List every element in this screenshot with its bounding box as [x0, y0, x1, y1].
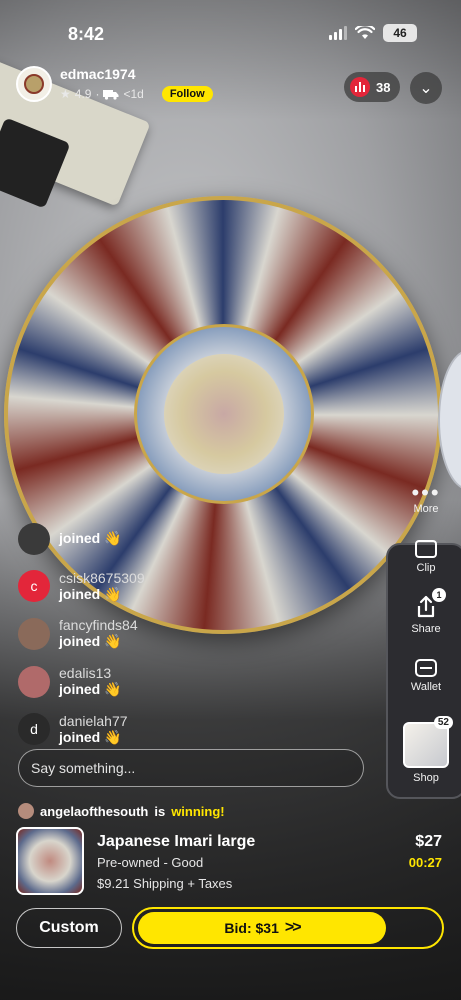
saucer [438, 350, 461, 490]
chat-username[interactable]: edalis13 [59, 665, 122, 681]
listing-shipping: $9.21 Shipping + Taxes [97, 876, 233, 891]
battery-icon: 46 [383, 24, 417, 42]
host-avatar[interactable] [16, 66, 52, 102]
host-username[interactable]: edmac1974 [60, 66, 213, 82]
wifi-icon [355, 26, 375, 39]
winning-label: winning! [171, 803, 225, 819]
wallet-label: Wallet [410, 681, 442, 693]
chat-message-text: joined 👋 [59, 530, 122, 547]
chat-avatar: c [18, 570, 50, 603]
chat-avatar [18, 665, 50, 698]
shop-thumbnail: 52 [403, 716, 453, 768]
chat-avatar: d [18, 713, 50, 746]
host-header: edmac1974 ★ 4.9 · <1d Follow [16, 66, 213, 102]
chat-avatar [18, 617, 50, 650]
current-price: $27 [415, 833, 442, 850]
share-badge: 1 [432, 588, 446, 602]
live-viewers-icon [350, 77, 370, 97]
more-label: More [413, 503, 439, 515]
host-meta: ★ 4.9 · <1d Follow [60, 86, 213, 102]
host-shipping-time: <1d [123, 87, 144, 101]
double-chevron-right-icon: >> [284, 919, 302, 936]
viewer-count-value: 38 [376, 79, 391, 95]
follow-button[interactable]: Follow [161, 86, 213, 102]
chat-input[interactable] [18, 749, 364, 787]
share-button[interactable]: 1 Share [398, 588, 454, 635]
clip-icon [415, 540, 437, 558]
cellular-signal-icon [329, 26, 347, 40]
winner-is: is [154, 803, 166, 819]
chat-username[interactable]: fancyfinds84 [59, 617, 138, 633]
auction-listing[interactable]: Japanese Imari large Pre-owned - Good $9… [16, 827, 446, 895]
plate-center [164, 354, 284, 474]
listing-condition: Pre-owned - Good [97, 855, 204, 870]
chat-avatar [18, 522, 50, 555]
chat-message-text: joined 👋 [59, 633, 122, 650]
chat-message: c csisk8675309 joined 👋 [18, 563, 358, 611]
bid-button[interactable]: Bid: $31 >> [138, 912, 386, 944]
chat-username[interactable]: danielah77 [59, 713, 128, 729]
winner-username[interactable]: angelaofthesouth [40, 804, 148, 819]
listing-title: Japanese Imari large [97, 833, 256, 850]
host-info: edmac1974 ★ 4.9 · <1d Follow [60, 66, 213, 102]
clip-button[interactable]: Clip [398, 540, 454, 574]
bid-label: Bid: $31 [224, 920, 279, 936]
chat-message: joined 👋 [18, 515, 358, 563]
chat-message-text: joined 👋 [59, 728, 122, 745]
clip-label: Clip [416, 562, 436, 574]
winning-bidder: angelaofthesouth is winning! [18, 803, 225, 819]
wallet-icon [415, 659, 437, 677]
chat-message: fancyfinds84 joined 👋 [18, 610, 358, 658]
chat-message: d danielah77 joined 👋 [18, 705, 358, 753]
status-bar: 8:42 46 [0, 0, 461, 60]
chat-username[interactable]: csisk8675309 [59, 570, 145, 586]
custom-bid-button[interactable]: Custom [16, 908, 122, 948]
chat-message-text: joined 👋 [59, 585, 122, 602]
shop-badge: 52 [433, 716, 453, 729]
chat-message-text: joined 👋 [59, 681, 122, 698]
star-icon: ★ [60, 87, 71, 101]
host-rating: 4.9 [74, 87, 92, 101]
listing-thumbnail[interactable] [16, 827, 84, 895]
chat-feed: joined 👋 c csisk8675309 joined 👋 fancyfi… [18, 515, 358, 753]
clock: 8:42 [68, 24, 105, 44]
bid-slider[interactable]: Bid: $31 >> [132, 907, 444, 949]
chat-message: edalis13 joined 👋 [18, 658, 358, 706]
winner-avatar [18, 803, 34, 819]
status-icons: 46 [329, 24, 417, 42]
shipping-truck-icon [103, 89, 119, 100]
shop-label: Shop [413, 772, 439, 784]
more-button[interactable]: ••• More [398, 480, 454, 516]
wallet-button[interactable]: Wallet [398, 659, 454, 693]
share-label: Share [411, 623, 441, 635]
chevron-down-icon[interactable]: ⌄ [410, 72, 442, 104]
auction-timer: 00:27 [408, 855, 442, 870]
shop-button[interactable]: 52 Shop [398, 716, 454, 784]
viewer-count[interactable]: 38 [344, 72, 401, 102]
more-icon: ••• [411, 480, 441, 505]
